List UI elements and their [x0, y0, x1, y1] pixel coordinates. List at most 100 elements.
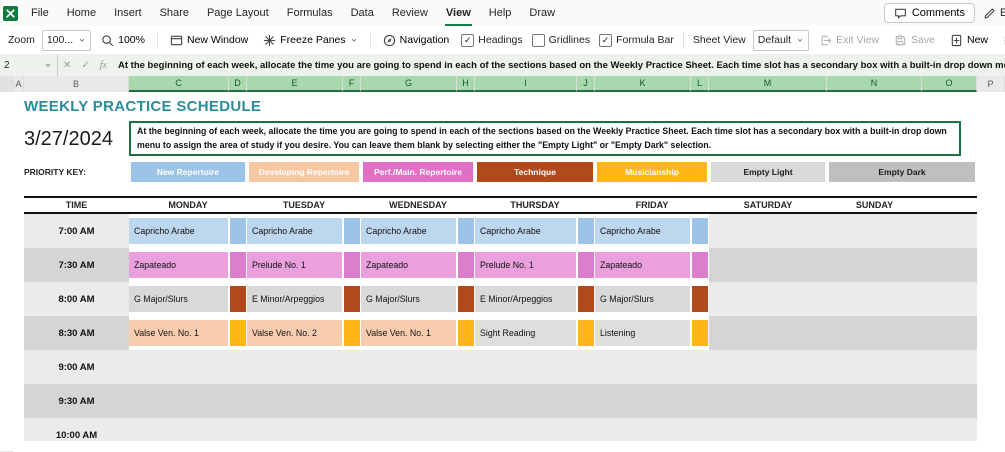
header-sunday[interactable]: SUNDAY [827, 196, 922, 214]
area-tag-monday[interactable] [230, 252, 246, 278]
entry-cell-tuesday[interactable]: E Minor/Arpeggios [247, 286, 342, 312]
column-header-a[interactable]: A [14, 76, 24, 92]
area-tag-wednesday[interactable] [458, 252, 474, 278]
area-tag-thursday[interactable] [578, 286, 594, 312]
entry-cell-wednesday[interactable]: Capricho Arabe [361, 218, 456, 244]
entry-cell-monday[interactable]: Zapateado [129, 252, 228, 278]
header-saturday[interactable]: SATURDAY [709, 196, 827, 214]
tab-data[interactable]: Data [342, 0, 383, 26]
area-tag-wednesday[interactable] [458, 286, 474, 312]
key-empty-dark[interactable]: Empty Dark [829, 162, 975, 182]
key-musicianship[interactable]: Musicianship [597, 162, 707, 182]
time-cell[interactable]: 7:00 AM [24, 214, 129, 248]
empty-slots[interactable] [129, 384, 977, 418]
header-wednesday[interactable]: WEDNESDAY [361, 196, 475, 214]
comments-button[interactable]: Comments [883, 3, 975, 23]
cell-saturday[interactable] [709, 248, 827, 282]
tab-view[interactable]: View [437, 0, 480, 26]
column-header-f[interactable]: F [343, 76, 361, 92]
cell-sunday[interactable] [827, 214, 922, 248]
navigation-button[interactable]: Navigation [377, 31, 455, 49]
week-date-cell[interactable]: 3/27/2024 [24, 120, 129, 158]
entry-cell-friday[interactable]: Capricho Arabe [595, 218, 690, 244]
area-tag-monday[interactable] [230, 218, 246, 244]
gridlines-checkbox[interactable]: Gridlines [530, 33, 592, 47]
tab-insert[interactable]: Insert [105, 0, 151, 26]
instructions-textbox[interactable]: At the beginning of each week, allocate … [129, 121, 961, 156]
time-cell[interactable]: 8:00 AM [24, 282, 129, 316]
area-tag-friday[interactable] [692, 218, 708, 244]
key-new-repertoire[interactable]: New Repertoire [131, 162, 245, 182]
entry-cell-thursday[interactable]: Sight Reading [475, 320, 576, 346]
tab-review[interactable]: Review [383, 0, 437, 26]
area-tag-tuesday[interactable] [344, 320, 360, 346]
column-header-m[interactable]: M [709, 76, 827, 92]
sheet-view-dropdown[interactable]: Default [752, 29, 810, 51]
column-header-j[interactable]: J [577, 76, 595, 92]
zoom-100-button[interactable]: 100% [96, 31, 150, 49]
cell-saturday[interactable] [709, 316, 827, 350]
entry-cell-monday[interactable]: Capricho Arabe [129, 218, 228, 244]
tab-draw[interactable]: Draw [520, 0, 564, 26]
area-tag-tuesday[interactable] [344, 252, 360, 278]
area-tag-friday[interactable] [692, 320, 708, 346]
select-all-corner[interactable] [0, 76, 14, 92]
tab-file[interactable]: File [22, 0, 58, 26]
area-tag-friday[interactable] [692, 286, 708, 312]
area-tag-tuesday[interactable] [344, 218, 360, 244]
cell-saturday[interactable] [709, 282, 827, 316]
entry-cell-wednesday[interactable]: Zapateado [361, 252, 456, 278]
area-tag-monday[interactable] [230, 320, 246, 346]
header-tuesday[interactable]: TUESDAY [247, 196, 361, 214]
column-header-d[interactable]: D [229, 76, 247, 92]
entry-cell-tuesday[interactable]: Prelude No. 1 [247, 252, 342, 278]
cell-extra[interactable] [922, 282, 977, 316]
entry-cell-friday[interactable]: Listening [595, 320, 690, 346]
column-header-p[interactable]: P [977, 76, 1005, 92]
area-tag-thursday[interactable] [578, 218, 594, 244]
formula-bar-checkbox[interactable]: Formula Bar [597, 33, 676, 47]
entry-cell-thursday[interactable]: Prelude No. 1 [475, 252, 576, 278]
key-developing-repertoire[interactable]: Developing Repertoire [249, 162, 359, 182]
time-cell[interactable]: 8:30 AM [24, 316, 129, 350]
time-cell[interactable]: 9:30 AM [24, 384, 129, 418]
key-perf-main-repertoire[interactable]: Perf./Main. Repertoire [363, 162, 473, 182]
column-header-l[interactable]: L [691, 76, 709, 92]
tab-formulas[interactable]: Formulas [278, 0, 342, 26]
column-header-h[interactable]: H [457, 76, 475, 92]
area-tag-tuesday[interactable] [344, 286, 360, 312]
header-time[interactable]: TIME [24, 196, 129, 214]
header-friday[interactable]: FRIDAY [595, 196, 709, 214]
area-tag-thursday[interactable] [578, 252, 594, 278]
column-header-e[interactable]: E [247, 76, 343, 92]
tab-share[interactable]: Share [151, 0, 198, 26]
header-thursday[interactable]: THURSDAY [475, 196, 595, 214]
tab-help[interactable]: Help [480, 0, 521, 26]
header-monday[interactable]: MONDAY [129, 196, 247, 214]
tab-page-layout[interactable]: Page Layout [198, 0, 278, 26]
formula-bar-content[interactable]: At the beginning of each week, allocate … [112, 60, 1005, 71]
entry-cell-wednesday[interactable]: G Major/Slurs [361, 286, 456, 312]
area-tag-wednesday[interactable] [458, 320, 474, 346]
column-header-n[interactable]: N [827, 76, 922, 92]
headings-checkbox[interactable]: Headings [459, 33, 524, 47]
cell-sunday[interactable] [827, 316, 922, 350]
column-header-b[interactable]: B [24, 76, 129, 92]
tab-home[interactable]: Home [58, 0, 105, 26]
name-box[interactable]: 2 [0, 54, 58, 76]
cell-extra[interactable] [922, 316, 977, 350]
cell-extra[interactable] [922, 248, 977, 282]
time-cell[interactable]: 10:00 AM [24, 418, 129, 441]
column-header-i[interactable]: I [475, 76, 577, 92]
entry-cell-thursday[interactable]: Capricho Arabe [475, 218, 576, 244]
zoom-dropdown[interactable]: 100... [41, 29, 92, 51]
empty-slots[interactable] [129, 350, 977, 384]
time-cell[interactable]: 9:00 AM [24, 350, 129, 384]
column-header-k[interactable]: K [595, 76, 691, 92]
entry-cell-monday[interactable]: Valse Ven. No. 1 [129, 320, 228, 346]
key-empty-light[interactable]: Empty Light [711, 162, 825, 182]
entry-cell-tuesday[interactable]: Valse Ven. No. 2 [247, 320, 342, 346]
page-title[interactable]: WEEKLY PRACTICE SCHEDULE [24, 92, 475, 120]
column-header-g[interactable]: G [361, 76, 457, 92]
area-tag-friday[interactable] [692, 252, 708, 278]
